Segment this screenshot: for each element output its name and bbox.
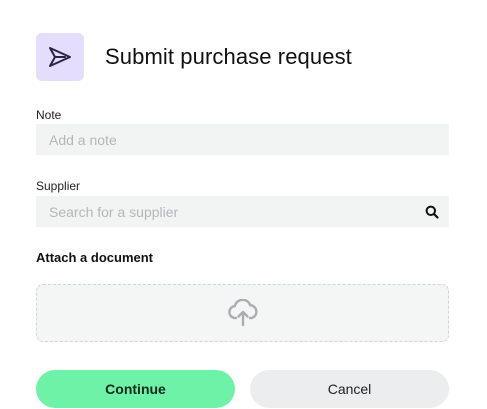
send-icon-tile: [36, 33, 84, 81]
supplier-label: Supplier: [36, 179, 81, 193]
send-icon: [49, 47, 71, 67]
supplier-field-wrapper: [36, 196, 449, 227]
supplier-search-input[interactable]: [49, 203, 425, 220]
dialog-header: Submit purchase request: [36, 33, 352, 81]
note-label: Note: [36, 108, 62, 122]
document-dropzone[interactable]: [36, 284, 449, 342]
note-input[interactable]: [49, 131, 439, 148]
continue-button[interactable]: Continue: [36, 370, 235, 408]
dialog-title: Submit purchase request: [105, 44, 352, 69]
search-icon[interactable]: [425, 205, 439, 219]
cancel-button[interactable]: Cancel: [250, 370, 449, 408]
note-field-wrapper: [36, 124, 449, 155]
attach-document-title: Attach a document: [36, 250, 154, 265]
cloud-upload-icon: [227, 299, 258, 327]
